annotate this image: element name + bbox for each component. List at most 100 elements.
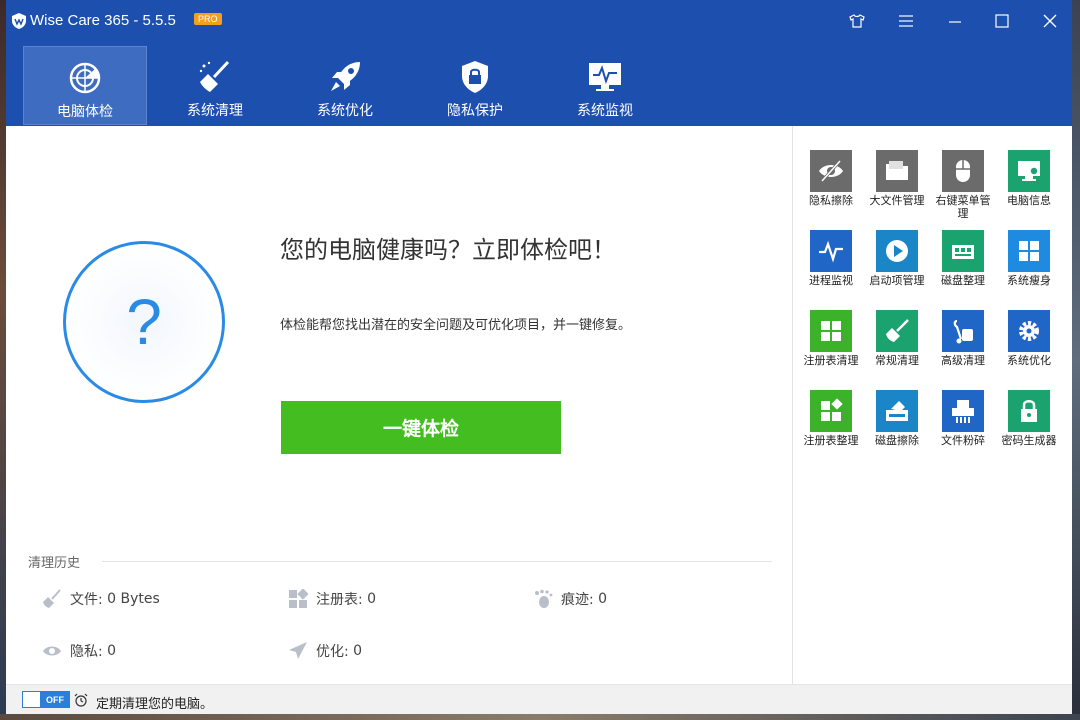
tool-startup-manager[interactable]: 启动项管理	[867, 230, 927, 287]
main-panel: ? 您的电脑健康吗？立即体检吧！ 体检能帮您找出潜在的安全问题及可优化项目，并一…	[6, 126, 792, 684]
menu-button[interactable]	[895, 10, 917, 32]
stat-traces: 痕迹: 0	[533, 589, 607, 609]
tool-password-generator[interactable]: 密码生成器	[999, 390, 1059, 447]
tool-privacy-eraser[interactable]: 隐私擦除	[801, 150, 861, 207]
tool-system-slimming[interactable]: 系统瘦身	[999, 230, 1059, 287]
stat-files-label: 文件:	[70, 592, 103, 608]
tool-advanced-clean[interactable]: 高级清理	[933, 310, 993, 367]
broom-icon	[199, 60, 230, 92]
tools-sidebar: 隐私擦除 大文件管理 右键菜单管理 电脑信息 进程监视 启动项管理 磁盘整理 系…	[792, 126, 1072, 684]
tool-system-optimize[interactable]: 系统优化	[999, 310, 1059, 367]
tool-context-menu-manager[interactable]: 右键菜单管理	[933, 150, 993, 220]
shield-lock-icon	[462, 61, 488, 93]
tab-system-monitor[interactable]: 系统监视	[543, 46, 667, 125]
tool-disk-eraser[interactable]: 磁盘擦除	[867, 390, 927, 447]
registry-icon	[289, 589, 308, 608]
tool-label: 隐私擦除	[809, 194, 853, 207]
stat-traces-value: 0	[598, 591, 608, 607]
broom-icon	[876, 310, 918, 352]
title-bar[interactable]: Wise Care 365 - 5.5.5 PRO	[6, 0, 1072, 42]
stat-privacy: 隐私: 0	[42, 641, 116, 661]
tshirt-icon	[849, 14, 865, 28]
tool-registry-cleaner[interactable]: 注册表清理	[801, 310, 861, 367]
tool-registry-defrag[interactable]: 注册表整理	[801, 390, 861, 447]
skin-button[interactable]	[846, 10, 868, 32]
tab-label: 系统清理	[187, 103, 243, 119]
maximize-button[interactable]	[991, 10, 1013, 32]
tool-label: 电脑信息	[1007, 194, 1051, 207]
alarm-clock-icon	[74, 693, 88, 707]
menu-icon	[899, 15, 913, 27]
tool-label: 右键菜单管理	[935, 194, 991, 220]
broom-icon	[43, 589, 61, 608]
tool-label: 启动项管理	[869, 274, 925, 287]
tab-label: 隐私保护	[447, 103, 503, 119]
history-title: 清理历史	[28, 556, 81, 571]
tool-label: 注册表整理	[803, 434, 859, 447]
status-text: 定期清理您的电脑。	[96, 697, 214, 712]
rocket-icon	[331, 62, 360, 91]
page-description: 体检能帮您找出潜在的安全问题及可优化项目，并一键修复。	[280, 318, 632, 333]
tab-label: 系统监视	[577, 103, 633, 119]
close-button[interactable]	[1039, 10, 1061, 32]
windows-icon	[1008, 230, 1050, 272]
stat-files-value: 0 Bytes	[107, 591, 160, 607]
one-click-scan-button[interactable]: 一键体检	[281, 401, 561, 454]
tool-label: 密码生成器	[1001, 434, 1057, 447]
tool-label: 高级清理	[941, 354, 985, 367]
tool-process-monitor[interactable]: 进程监视	[801, 230, 861, 287]
page-title: 您的电脑健康吗？立即体检吧！	[280, 236, 616, 264]
mouse-icon	[942, 150, 984, 192]
tab-label: 系统优化	[317, 103, 373, 119]
stat-registry-label: 注册表:	[316, 592, 363, 608]
minimize-button[interactable]	[944, 10, 966, 32]
tool-disk-defrag[interactable]: 磁盘整理	[933, 230, 993, 287]
stat-privacy-label: 隐私:	[70, 644, 103, 660]
tool-label: 磁盘擦除	[875, 434, 919, 447]
tool-label: 注册表清理	[803, 354, 859, 367]
tool-large-file-manager[interactable]: 大文件管理	[867, 150, 927, 207]
footprint-icon	[535, 589, 553, 608]
folder-icon	[876, 150, 918, 192]
disk-icon	[942, 230, 984, 272]
registry-defrag-icon	[810, 390, 852, 432]
tab-pc-checkup[interactable]: 电脑体检	[23, 46, 147, 125]
stat-files: 文件: 0 Bytes	[42, 589, 160, 609]
gear-icon	[1008, 310, 1050, 352]
tab-system-optimize[interactable]: 系统优化	[283, 46, 407, 125]
desktop-edge-bottom	[0, 714, 1080, 720]
stat-registry-value: 0	[367, 591, 377, 607]
stat-optimize-label: 优化:	[316, 644, 349, 660]
eye-slash-icon	[810, 150, 852, 192]
desktop-edge-right	[1072, 0, 1080, 720]
tool-label: 常规清理	[875, 354, 919, 367]
stat-optimize: 优化: 0	[288, 641, 362, 661]
tool-label: 磁盘整理	[941, 274, 985, 287]
tab-label: 电脑体检	[57, 104, 113, 120]
minimize-icon	[949, 21, 961, 23]
paper-plane-icon	[289, 642, 307, 659]
vacuum-icon	[942, 310, 984, 352]
history-divider	[102, 561, 772, 562]
toggle-state: OFF	[41, 692, 69, 707]
shredder-icon	[942, 390, 984, 432]
tab-privacy-protect[interactable]: 隐私保护	[413, 46, 537, 125]
eye-icon	[43, 646, 61, 656]
schedule-toggle[interactable]: OFF	[22, 691, 70, 708]
tab-system-clean[interactable]: 系统清理	[153, 46, 277, 125]
tool-common-clean[interactable]: 常规清理	[867, 310, 927, 367]
stat-privacy-value: 0	[107, 643, 117, 659]
stat-registry: 注册表: 0	[288, 589, 376, 609]
close-icon	[1043, 14, 1057, 28]
question-mark: ?	[126, 286, 162, 358]
disk-erase-icon	[876, 390, 918, 432]
tool-label: 系统瘦身	[1007, 274, 1051, 287]
grid-icon	[810, 310, 852, 352]
tool-pc-info[interactable]: 电脑信息	[999, 150, 1059, 207]
computer-gear-icon	[1008, 150, 1050, 192]
stat-optimize-value: 0	[353, 643, 363, 659]
header: Wise Care 365 - 5.5.5 PRO 电脑体检 系统清理 系统优化…	[6, 0, 1072, 126]
pulse-icon	[810, 230, 852, 272]
tool-label: 系统优化	[1007, 354, 1051, 367]
tool-file-shredder[interactable]: 文件粉碎	[933, 390, 993, 447]
